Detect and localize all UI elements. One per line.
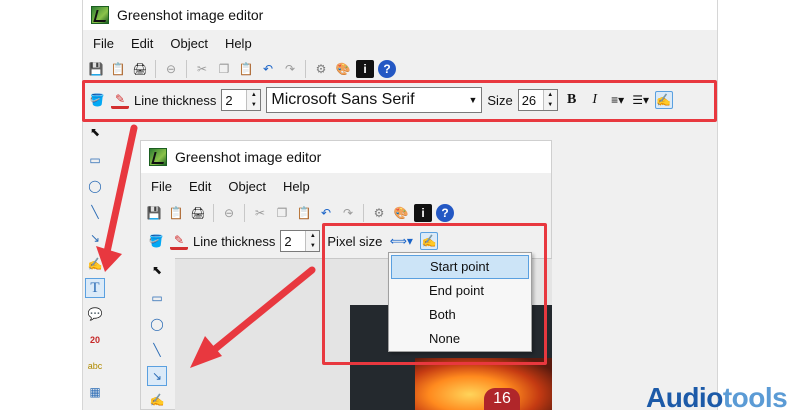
outer-tool-column: ⬉ ▭ ◯ ╲ ↘ ✍ T 💬 20 abc ▦ <box>82 120 108 410</box>
palette-icon[interactable]: 🎨 <box>334 60 352 78</box>
help-icon[interactable]: ? <box>378 60 396 78</box>
fill-color-icon[interactable]: 🪣 <box>147 232 165 250</box>
menu-file[interactable]: File <box>151 179 172 194</box>
paste-icon[interactable]: 📋 <box>237 60 255 78</box>
outer-toolbar: 💾 📋 🖨 ⊖ ✂ ❐ 📋 ↶ ↷ ⚙ 🎨 i ? <box>83 56 717 82</box>
toolbar-divider <box>244 204 245 222</box>
highlight-tool-icon[interactable]: abc <box>85 356 105 376</box>
toolbar-divider <box>155 60 156 78</box>
menu-edit[interactable]: Edit <box>131 36 153 51</box>
toolbar-divider <box>213 204 214 222</box>
info-icon[interactable]: i <box>356 60 374 78</box>
freehand-icon[interactable]: ✍ <box>85 254 105 274</box>
inner-window-title: Greenshot image editor <box>175 149 322 165</box>
highlight-pixel-size <box>322 223 547 365</box>
cursor-icon[interactable]: ⬉ <box>147 260 167 280</box>
counter-icon[interactable]: 20 <box>85 330 105 350</box>
clipboard-icon[interactable]: 📋 <box>109 60 127 78</box>
toolbar-divider <box>363 204 364 222</box>
paste-icon[interactable]: 📋 <box>295 204 313 222</box>
cut-icon[interactable]: ✂ <box>193 60 211 78</box>
ellipse-icon[interactable]: ◯ <box>85 176 105 196</box>
stepper-arrows[interactable]: ▲ ▼ <box>305 231 320 251</box>
delete-icon[interactable]: ⊖ <box>220 204 238 222</box>
toolbar-divider <box>186 60 187 78</box>
arrow-tool-icon[interactable]: ↘ <box>147 366 167 386</box>
menu-object[interactable]: Object <box>228 179 266 194</box>
speechbubble-icon[interactable]: 💬 <box>85 304 105 324</box>
menu-help[interactable]: Help <box>225 36 252 51</box>
settings-gear-icon[interactable]: ⚙ <box>312 60 330 78</box>
line-thickness-value[interactable]: 2 <box>281 234 305 249</box>
undo-icon[interactable]: ↶ <box>317 204 335 222</box>
redo-icon[interactable]: ↷ <box>281 60 299 78</box>
inner-titlebar: Greenshot image editor <box>141 141 551 173</box>
clipboard-icon[interactable]: 📋 <box>167 204 185 222</box>
line-thickness-stepper[interactable]: 2 ▲ ▼ <box>280 230 321 252</box>
menu-file[interactable]: File <box>93 36 114 51</box>
settings-gear-icon[interactable]: ⚙ <box>370 204 388 222</box>
outer-window-title: Greenshot image editor <box>117 7 264 23</box>
cut-icon[interactable]: ✂ <box>251 204 269 222</box>
logo-part-1: Audio <box>646 382 723 410</box>
save-icon[interactable]: 💾 <box>87 60 105 78</box>
menu-object[interactable]: Object <box>170 36 208 51</box>
print-icon[interactable]: 🖨 <box>131 60 149 78</box>
line-color-icon[interactable]: ✎ <box>170 232 188 250</box>
toolbar-divider <box>305 60 306 78</box>
highlight-propbar <box>82 80 717 122</box>
outer-menubar: File Edit Object Help <box>83 30 717 56</box>
obfuscate-icon[interactable]: ▦ <box>85 382 105 402</box>
menu-help[interactable]: Help <box>283 179 310 194</box>
audiotools-logo: Audiotools <box>646 382 788 410</box>
ellipse-icon[interactable]: ◯ <box>147 314 167 334</box>
rectangle-icon[interactable]: ▭ <box>147 288 167 308</box>
copy-icon[interactable]: ❐ <box>215 60 233 78</box>
outer-titlebar: Greenshot image editor <box>83 0 717 30</box>
rectangle-icon[interactable]: ▭ <box>85 150 105 170</box>
info-icon[interactable]: i <box>414 204 432 222</box>
cursor-icon[interactable]: ⬉ <box>85 122 105 142</box>
save-icon[interactable]: 💾 <box>145 204 163 222</box>
copy-icon[interactable]: ❐ <box>273 204 291 222</box>
help-icon[interactable]: ? <box>436 204 454 222</box>
inner-tool-column: ⬉ ▭ ◯ ╲ ↘ ✍ <box>141 258 173 410</box>
counter-badge: 16 <box>484 388 520 410</box>
text-tool-icon[interactable]: T <box>85 278 105 298</box>
greenshot-app-icon <box>149 148 167 166</box>
palette-icon[interactable]: 🎨 <box>392 204 410 222</box>
redo-icon[interactable]: ↷ <box>339 204 357 222</box>
line-thickness-label: Line thickness <box>193 233 276 249</box>
delete-icon[interactable]: ⊖ <box>162 60 180 78</box>
arrow-tool-icon[interactable]: ↘ <box>85 228 105 248</box>
print-icon[interactable]: 🖨 <box>189 204 207 222</box>
inner-menubar: File Edit Object Help <box>141 173 551 199</box>
line-icon[interactable]: ╲ <box>147 340 167 360</box>
undo-icon[interactable]: ↶ <box>259 60 277 78</box>
logo-part-2: tools <box>722 382 788 410</box>
line-icon[interactable]: ╲ <box>85 202 105 222</box>
freehand-icon[interactable]: ✍ <box>147 390 167 410</box>
greenshot-app-icon <box>91 6 109 24</box>
menu-edit[interactable]: Edit <box>189 179 211 194</box>
